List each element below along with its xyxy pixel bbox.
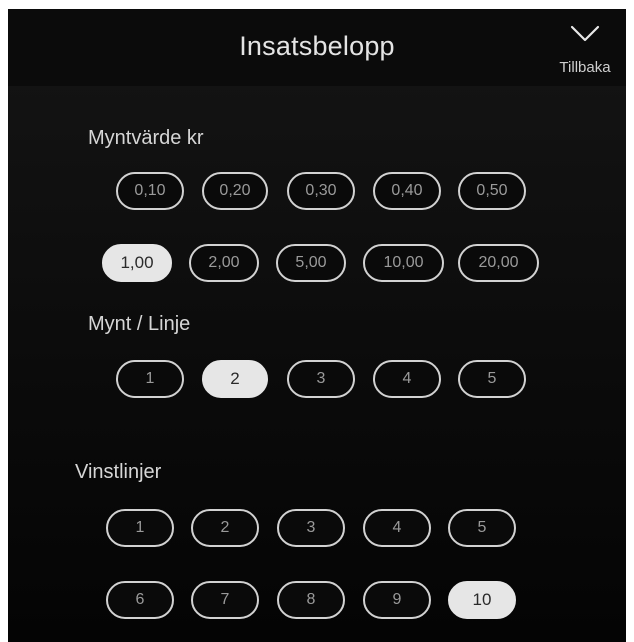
coins-per-line-option[interactable]: 5 (458, 360, 526, 398)
page-title: Insatsbelopp (239, 31, 395, 61)
win-lines-option[interactable]: 8 (277, 581, 345, 619)
win-lines-option[interactable]: 9 (363, 581, 431, 619)
win-lines-option[interactable]: 2 (191, 509, 259, 547)
win-lines-option[interactable]: 6 (106, 581, 174, 619)
win-lines-option[interactable]: 1 (106, 509, 174, 547)
coins-per-line-label: Mynt / Linje (88, 313, 191, 335)
header-bar: Insatsbelopp Tillbaka (8, 9, 626, 86)
coins-per-line-option[interactable]: 4 (373, 360, 441, 398)
win-lines-option[interactable]: 7 (191, 581, 259, 619)
coin-value-option[interactable]: 2,00 (189, 244, 259, 282)
coin-value-option[interactable]: 20,00 (458, 244, 539, 282)
bet-amount-panel: Insatsbelopp Tillbaka Myntvärde kr 0,10 … (8, 9, 626, 642)
coin-value-label: Myntvärde kr (88, 127, 204, 149)
chevron-down-icon (570, 25, 600, 42)
back-button[interactable]: Tillbaka (544, 9, 626, 86)
coin-value-option[interactable]: 0,10 (116, 172, 184, 210)
coin-value-option[interactable]: 0,40 (373, 172, 441, 210)
back-label: Tillbaka (559, 59, 611, 76)
win-lines-option[interactable]: 5 (448, 509, 516, 547)
win-lines-option[interactable]: 4 (363, 509, 431, 547)
win-lines-option-selected[interactable]: 10 (448, 581, 516, 619)
coin-value-option[interactable]: 0,30 (287, 172, 355, 210)
coin-value-option[interactable]: 0,50 (458, 172, 526, 210)
coins-per-line-option-selected[interactable]: 2 (202, 360, 268, 398)
coin-value-option[interactable]: 5,00 (276, 244, 346, 282)
coin-value-option[interactable]: 0,20 (202, 172, 268, 210)
coins-per-line-option[interactable]: 1 (116, 360, 184, 398)
win-lines-label: Vinstlinjer (75, 461, 162, 483)
coins-per-line-option[interactable]: 3 (287, 360, 355, 398)
coin-value-option-selected[interactable]: 1,00 (102, 244, 172, 282)
win-lines-option[interactable]: 3 (277, 509, 345, 547)
coin-value-option[interactable]: 10,00 (363, 244, 444, 282)
